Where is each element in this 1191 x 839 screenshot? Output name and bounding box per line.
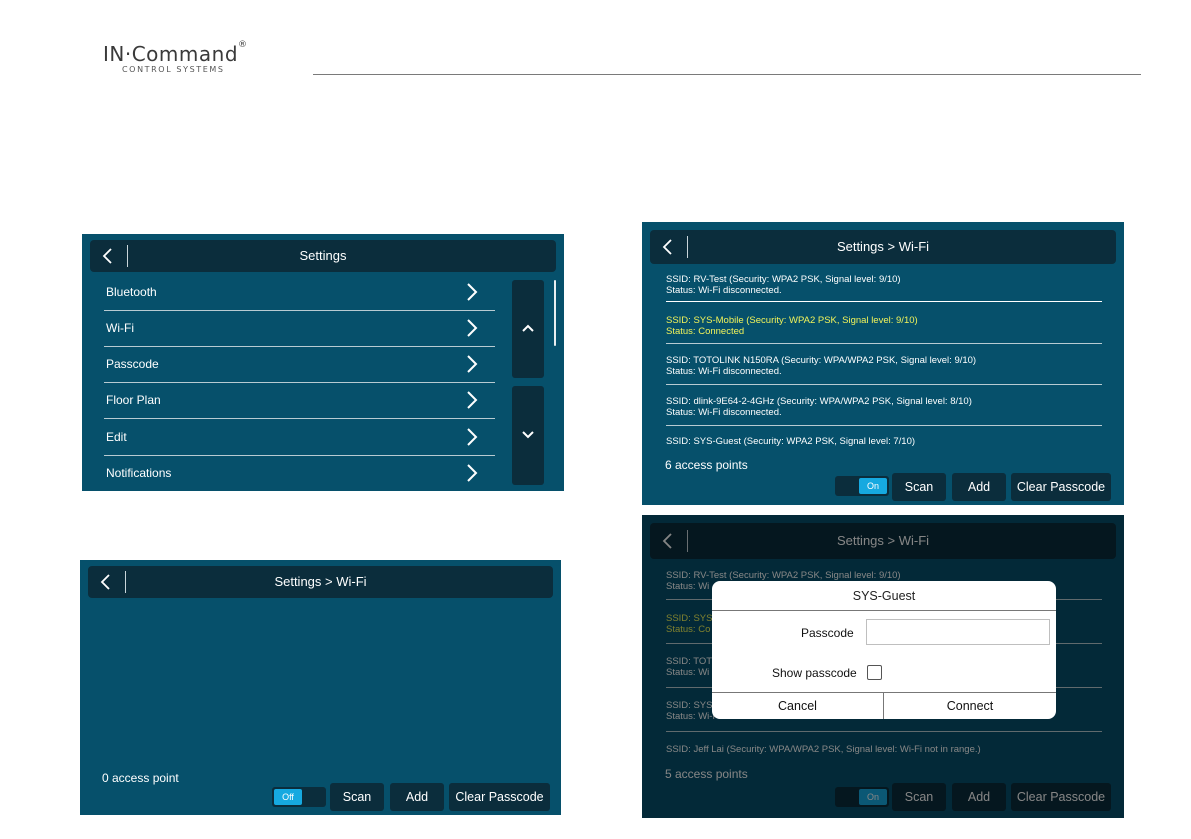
brand-logo: IN·Command® CONTROL SYSTEMS [103, 40, 293, 76]
menu-item-notifications[interactable]: Notifications [104, 455, 495, 491]
connect-button[interactable]: Connect [884, 693, 1056, 719]
settings-screen: Settings Bluetooth Wi-Fi Passcode Floor … [82, 234, 564, 491]
brand-tagline: CONTROL SYSTEMS [122, 65, 225, 74]
passcode-dialog: SYS-Guest Passcode Show passcode Cancel … [712, 581, 1056, 719]
clear-passcode-button[interactable]: Clear Passcode [449, 783, 550, 811]
title-bar: Settings [90, 240, 556, 272]
list-divider [666, 301, 1102, 302]
wifi-dialog-screen: Settings > Wi-Fi SSID: RV-Test (Security… [642, 515, 1124, 818]
screen-title: Settings > Wi-Fi [274, 574, 367, 589]
chevron-right-icon [467, 428, 478, 446]
list-divider [666, 425, 1102, 426]
scroll-down-button[interactable] [512, 386, 544, 485]
scan-button[interactable]: Scan [892, 473, 946, 501]
screen-title: Settings [299, 248, 347, 263]
menu-item-label: Notifications [106, 466, 172, 480]
network-status: Status: Connected [666, 326, 745, 337]
chevron-right-icon [467, 464, 478, 482]
wifi-on-screen: Settings > Wi-Fi SSID: RV-Test (Security… [642, 222, 1124, 505]
network-ssid: SSID: dlink-9E64-2-4GHz (Security: WPA/W… [666, 396, 972, 407]
network-item[interactable]: SSID: RV-Test (Security: WPA2 PSK, Signa… [666, 274, 1102, 296]
menu-item-label: Wi-Fi [106, 321, 134, 335]
chevron-right-icon [467, 391, 478, 409]
chevron-right-icon [467, 355, 478, 373]
menu-item-edit[interactable]: Edit [104, 419, 495, 456]
access-point-count: 6 access points [665, 458, 748, 472]
add-button[interactable]: Add [390, 783, 444, 811]
network-item-connected[interactable]: SSID: SYS-Mobile (Security: WPA2 PSK, Si… [666, 315, 1102, 337]
access-point-count: 0 access point [102, 771, 179, 785]
clear-passcode-button[interactable]: Clear Passcode [1011, 473, 1111, 501]
network-item[interactable]: SSID: TOTOLINK N150RA (Security: WPA/WPA… [666, 355, 1102, 377]
network-item[interactable]: SSID: dlink-9E64-2-4GHz (Security: WPA/W… [666, 396, 1102, 418]
menu-item-passcode[interactable]: Passcode [104, 346, 495, 383]
menu-item-label: Passcode [106, 357, 159, 371]
title-bar: Settings > Wi-Fi [88, 566, 553, 598]
toggle-state-label: On [859, 478, 887, 494]
network-ssid: SSID: SYS-Mobile (Security: WPA2 PSK, Si… [666, 315, 918, 326]
menu-item-label: Edit [106, 430, 127, 444]
wifi-off-screen: Settings > Wi-Fi 0 access point Off Scan… [80, 560, 561, 815]
network-status: Status: Wi-Fi disconnected. [666, 285, 782, 296]
screen-title: Settings > Wi-Fi [836, 239, 930, 254]
scan-button[interactable]: Scan [330, 783, 384, 811]
passcode-input[interactable] [866, 619, 1050, 645]
network-ssid: SSID: TOTOLINK N150RA (Security: WPA/WPA… [666, 355, 977, 366]
dialog-title: SYS-Guest [852, 589, 916, 603]
dialog-divider [712, 610, 1056, 611]
wifi-toggle[interactable]: Off [272, 787, 326, 807]
chevron-right-icon [467, 283, 478, 301]
network-status: Status: Wi-Fi disconnected. [666, 407, 782, 418]
network-item[interactable]: SSID: SYS-Guest (Security: WPA2 PSK, Sig… [666, 436, 1102, 447]
network-ssid: SSID: RV-Test (Security: WPA2 PSK, Signa… [666, 274, 901, 285]
list-divider [666, 384, 1102, 385]
title-bar: Settings > Wi-Fi [650, 230, 1116, 264]
chevron-up-icon [522, 324, 534, 332]
wifi-toggle[interactable]: On [835, 476, 889, 496]
passcode-label: Passcode [801, 626, 854, 640]
network-ssid: SSID: SYS-Guest (Security: WPA2 PSK, Sig… [666, 436, 916, 447]
scroll-up-button[interactable] [512, 280, 544, 378]
network-status: Status: Wi-Fi disconnected. [666, 366, 782, 377]
scrollbar[interactable] [554, 280, 556, 346]
menu-item-label: Floor Plan [106, 393, 161, 407]
menu-item-label: Bluetooth [106, 285, 157, 299]
cancel-button[interactable]: Cancel [712, 693, 883, 719]
header-divider [313, 74, 1141, 75]
chevron-down-icon [522, 431, 534, 439]
menu-item-floor-plan[interactable]: Floor Plan [104, 382, 495, 419]
chevron-right-icon [467, 319, 478, 337]
list-divider [666, 343, 1102, 344]
toggle-state-label: Off [274, 789, 302, 805]
add-button[interactable]: Add [952, 473, 1006, 501]
menu-item-bluetooth[interactable]: Bluetooth [104, 274, 495, 311]
menu-item-wifi[interactable]: Wi-Fi [104, 310, 495, 347]
show-passcode-label: Show passcode [772, 666, 857, 680]
brand-name: IN·Command® [103, 40, 248, 66]
show-passcode-checkbox[interactable] [867, 665, 882, 680]
